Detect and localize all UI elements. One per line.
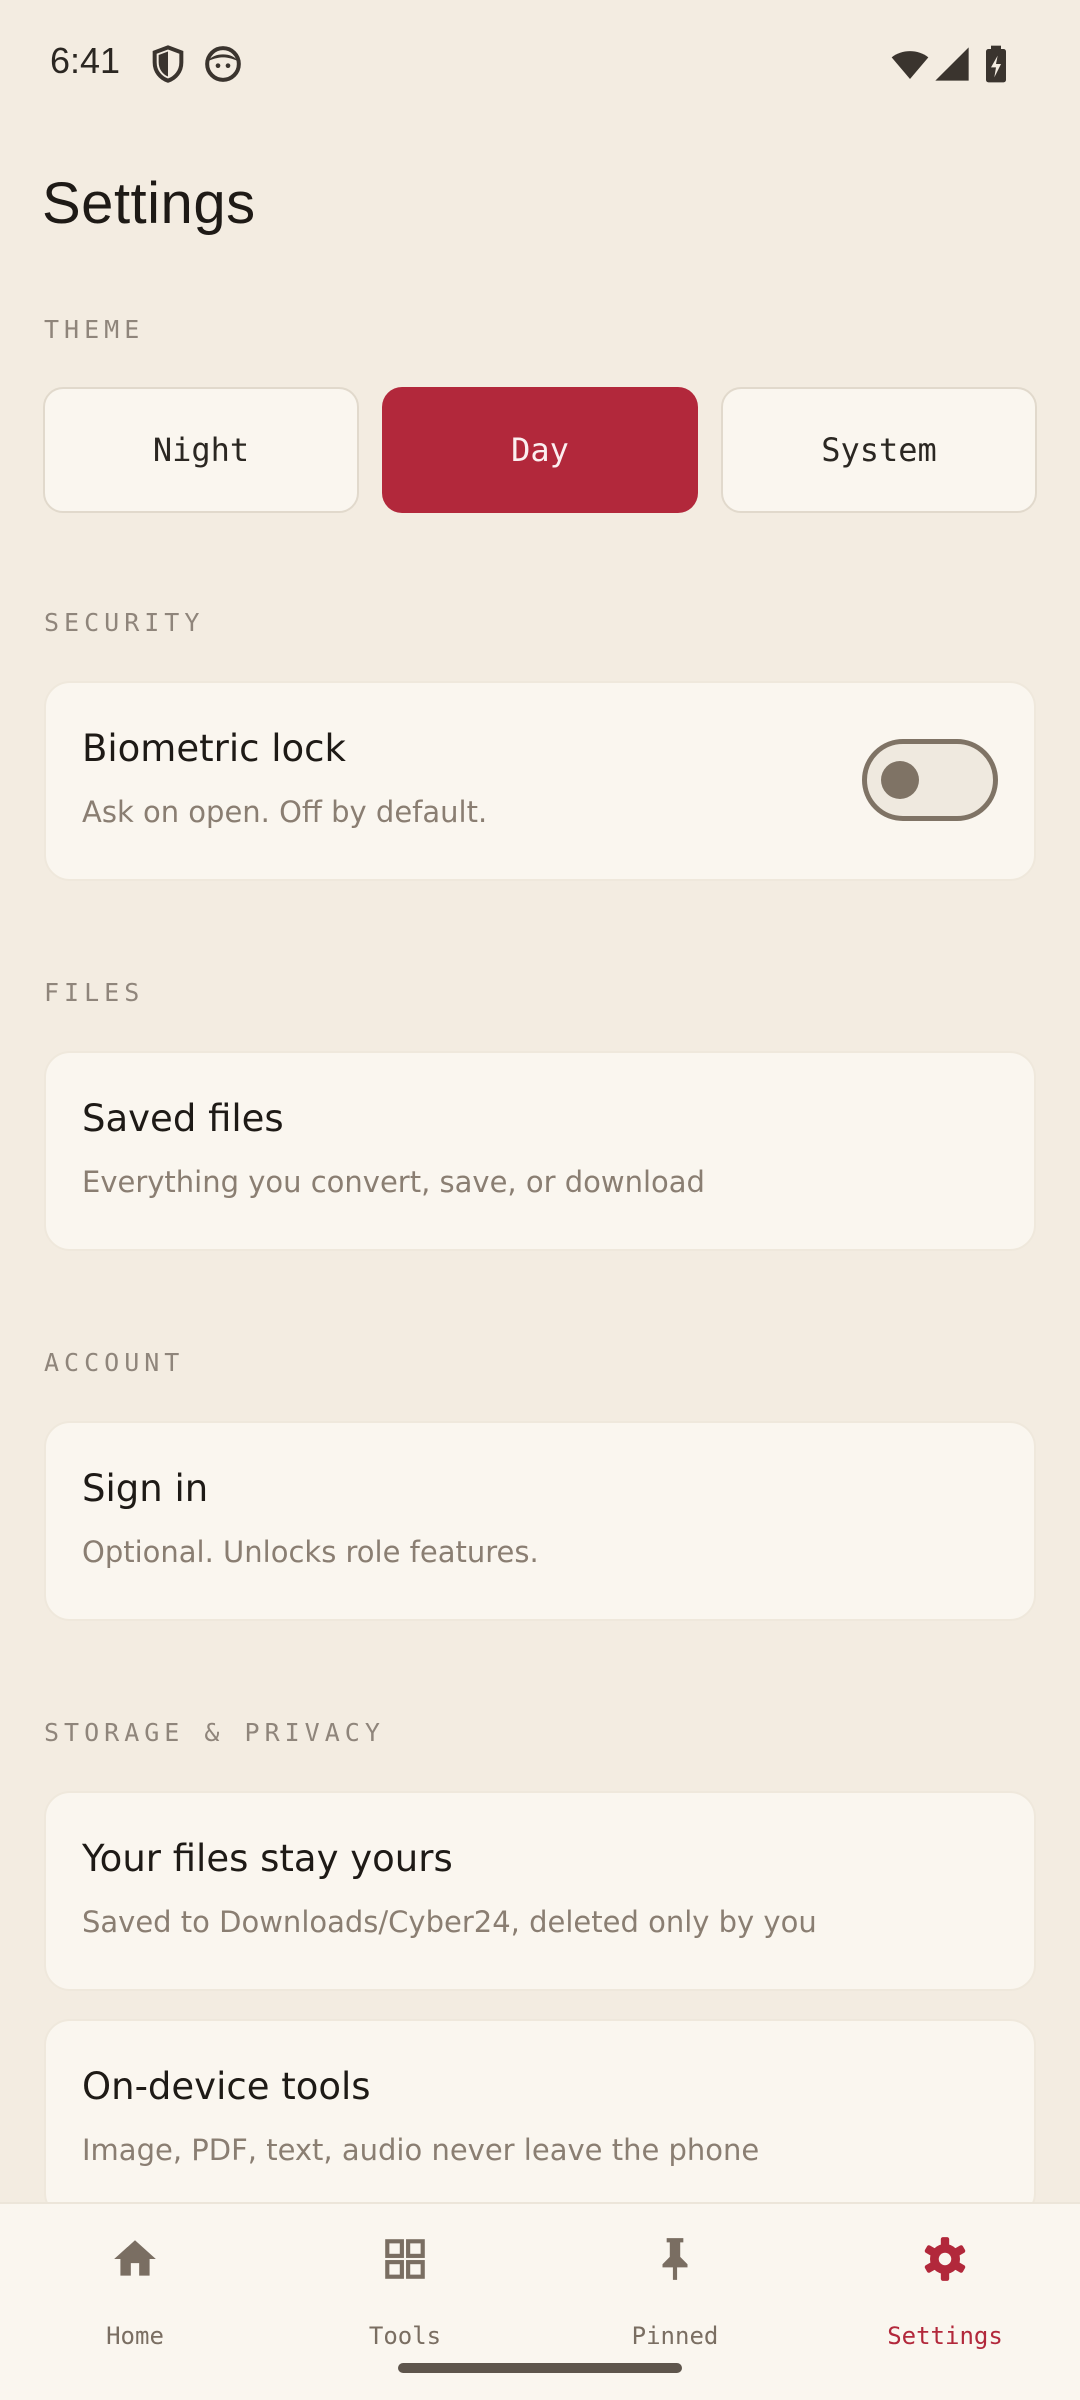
face-icon <box>205 46 241 82</box>
grid-icon <box>385 2239 425 2279</box>
wifi-icon <box>891 51 929 79</box>
files-stay-yours-subtitle: Saved to Downloads/Cyber24, deleted only… <box>82 1905 817 1939</box>
status-time: 6:41 <box>50 40 121 81</box>
biometric-lock-title: Biometric lock <box>82 727 346 770</box>
biometric-lock-subtitle: Ask on open. Off by default. <box>82 795 488 829</box>
gear-icon <box>924 2237 966 2281</box>
files-stay-yours-card: Your files stay yours Saved to Downloads… <box>44 1791 1036 1991</box>
nav-item-settings[interactable]: Settings <box>810 2204 1080 2400</box>
nav-label-pinned: Pinned <box>631 2322 719 2350</box>
theme-night-label: Night <box>152 431 250 469</box>
toggle-knob <box>881 761 919 799</box>
theme-system-button[interactable]: System <box>721 387 1037 513</box>
home-icon <box>114 2240 156 2276</box>
nav-label-home: Home <box>106 2322 164 2350</box>
biometric-lock-card: Biometric lock Ask on open. Off by defau… <box>44 681 1036 881</box>
saved-files-title: Saved files <box>82 1097 284 1140</box>
nav-label-settings: Settings <box>887 2322 1003 2350</box>
nav-label-tools: Tools <box>368 2322 442 2350</box>
battery-charging-icon <box>986 45 1006 83</box>
theme-day-button[interactable]: Day <box>382 387 698 513</box>
section-header-storage-privacy: STORAGE & PRIVACY <box>44 1718 385 1747</box>
nav-item-home[interactable]: Home <box>0 2204 270 2400</box>
on-device-tools-subtitle: Image, PDF, text, audio never leave the … <box>82 2133 760 2167</box>
shield-icon <box>152 45 184 83</box>
section-header-theme: THEME <box>44 315 145 344</box>
sign-in-subtitle: Optional. Unlocks role features. <box>82 1535 539 1569</box>
files-stay-yours-title: Your files stay yours <box>82 1837 453 1880</box>
theme-night-button[interactable]: Night <box>43 387 359 513</box>
home-indicator[interactable] <box>398 2363 682 2373</box>
theme-system-label: System <box>821 431 937 469</box>
section-header-files: FILES <box>44 978 145 1007</box>
section-header-account: ACCOUNT <box>44 1348 185 1377</box>
sign-in-card[interactable]: Sign in Optional. Unlocks role features. <box>44 1421 1036 1621</box>
status-bar: 6:41 <box>0 0 1080 130</box>
section-header-security: SECURITY <box>44 608 205 637</box>
biometric-lock-toggle[interactable] <box>862 739 998 821</box>
theme-day-label: Day <box>511 431 569 469</box>
pin-icon <box>662 2238 688 2280</box>
page-title: Settings <box>42 171 256 236</box>
saved-files-subtitle: Everything you convert, save, or downloa… <box>82 1165 705 1199</box>
saved-files-card[interactable]: Saved files Everything you convert, save… <box>44 1051 1036 1251</box>
on-device-tools-title: On-device tools <box>82 2065 371 2108</box>
sign-in-title: Sign in <box>82 1467 209 1510</box>
cell-signal-icon <box>935 47 969 81</box>
on-device-tools-card: On-device tools Image, PDF, text, audio … <box>44 2019 1036 2219</box>
